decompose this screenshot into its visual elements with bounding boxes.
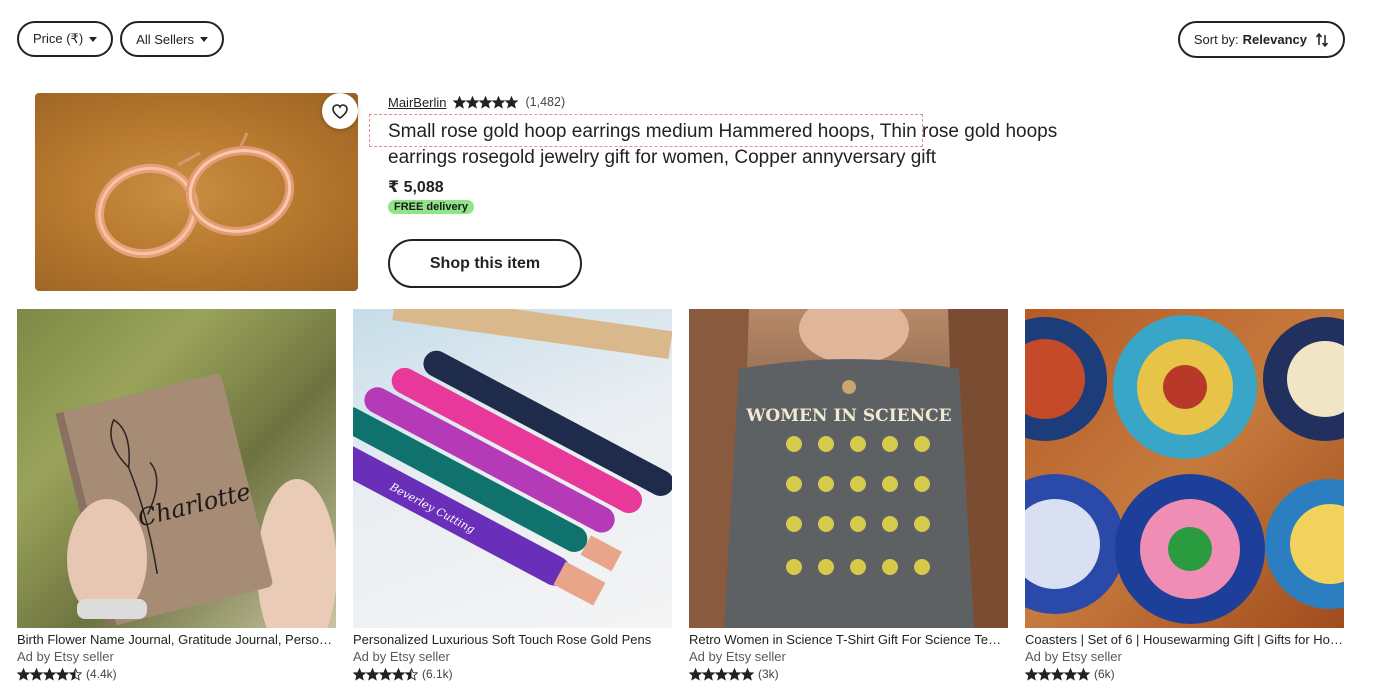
star-icon: [30, 667, 43, 681]
star-icon: [56, 667, 69, 681]
listing-card[interactable]: WOMEN IN SCIENCE Retro Women in Science …: [689, 309, 1008, 681]
listing-rating: (3k): [689, 667, 1008, 681]
ad-label: Ad by Etsy seller: [689, 649, 786, 664]
price-filter-label: Price (₹): [33, 31, 84, 46]
review-count: (6.1k): [422, 667, 453, 681]
coasters-illustration: [1025, 315, 1344, 624]
sort-button[interactable]: Sort by: Relevancy: [1177, 21, 1345, 58]
star-icon: [504, 95, 518, 109]
sellers-filter-label: All Sellers: [136, 31, 194, 47]
review-count: (4.4k): [86, 667, 117, 681]
heart-icon: [332, 103, 348, 119]
star-icon: [392, 667, 405, 681]
featured-image[interactable]: [35, 93, 358, 291]
pens-illustration: Beverley Cutting: [353, 309, 672, 606]
filter-bar: Price (₹) All Sellers: [17, 21, 224, 57]
star-icon: [478, 95, 492, 109]
seller-link[interactable]: MairBerlin: [388, 95, 447, 110]
star-rating: [1025, 667, 1090, 681]
star-icon: [69, 667, 82, 681]
star-icon: [741, 667, 754, 681]
earrings-illustration: [95, 132, 295, 259]
price-filter-button[interactable]: Price (₹): [17, 21, 114, 57]
star-icon: [1077, 667, 1090, 681]
star-rating: [17, 667, 82, 681]
caret-down-icon: [89, 36, 98, 42]
free-delivery-badge: FREE delivery: [388, 200, 474, 214]
star-icon: [405, 667, 418, 681]
ad-label: Ad by Etsy seller: [17, 649, 114, 664]
star-icon: [43, 667, 56, 681]
shop-this-item-button[interactable]: Shop this item: [388, 239, 582, 288]
listing-title[interactable]: Coasters | Set of 6 | Housewarming Gift …: [1025, 631, 1344, 648]
journal-illustration: Charlotte: [55, 373, 336, 628]
sort-prefix: Sort by:: [1193, 32, 1239, 47]
star-icon: [1064, 667, 1077, 681]
sellers-filter-button[interactable]: All Sellers: [120, 21, 224, 57]
listing-rating: (6.1k): [353, 667, 672, 681]
star-icon: [1051, 667, 1064, 681]
seller-row: MairBerlin (1,482): [388, 94, 1088, 110]
star-icon: [728, 667, 741, 681]
listing-rating: (6k): [1025, 667, 1344, 681]
star-icon: [1025, 667, 1038, 681]
star-icon: [1038, 667, 1051, 681]
listing-rating: (4.4k): [17, 667, 336, 681]
highlight-box: [369, 114, 923, 147]
listing-image[interactable]: [1025, 309, 1344, 628]
listing-title[interactable]: Personalized Luxurious Soft Touch Rose G…: [353, 631, 672, 648]
star-rating: [689, 667, 754, 681]
caret-down-icon: [199, 36, 208, 42]
featured-price: ₹ 5,088: [388, 179, 444, 196]
listing-image[interactable]: Beverley Cutting: [353, 309, 672, 628]
favorite-button[interactable]: [322, 93, 358, 129]
listing-image[interactable]: WOMEN IN SCIENCE: [689, 309, 1008, 628]
star-icon: [715, 667, 728, 681]
star-icon: [491, 95, 505, 109]
star-rating: [452, 95, 518, 109]
star-icon: [17, 667, 30, 681]
featured-title[interactable]: Small rose gold hoop earrings medium Ham…: [369, 114, 1078, 171]
shirt-heading-text: WOMEN IN SCIENCE: [745, 406, 951, 426]
star-icon: [702, 667, 715, 681]
sort-value: Relevancy: [1242, 32, 1307, 47]
review-count: (6k): [1094, 667, 1115, 681]
listing-title[interactable]: Birth Flower Name Journal, Gratitude Jou…: [17, 631, 336, 648]
listing-title[interactable]: Retro Women in Science T-Shirt Gift For …: [689, 631, 1008, 648]
listing-card[interactable]: Beverley Cutting Personalized Luxurious …: [353, 309, 672, 681]
star-icon: [452, 95, 466, 109]
review-count: (3k): [758, 667, 779, 681]
star-icon: [465, 95, 479, 109]
ad-label: Ad by Etsy seller: [1025, 649, 1122, 664]
featured-info: MairBerlin (1,482) Small rose gold hoop …: [369, 94, 1088, 215]
ad-label: Ad by Etsy seller: [353, 649, 450, 664]
star-icon: [689, 667, 702, 681]
listing-image[interactable]: Charlotte: [17, 309, 336, 628]
star-icon: [379, 667, 392, 681]
star-icon: [353, 667, 366, 681]
sort-arrows-icon: [1315, 32, 1329, 47]
review-count: (1,482): [525, 95, 566, 109]
tshirt-illustration: WOMEN IN SCIENCE: [689, 309, 1008, 628]
star-icon: [366, 667, 379, 681]
star-rating: [353, 667, 418, 681]
listing-grid: Charlotte Birth Flower Name Journal, Gra…: [17, 309, 1344, 681]
listing-card[interactable]: Charlotte Birth Flower Name Journal, Gra…: [17, 309, 336, 681]
listing-card[interactable]: Coasters | Set of 6 | Housewarming Gift …: [1025, 309, 1344, 681]
